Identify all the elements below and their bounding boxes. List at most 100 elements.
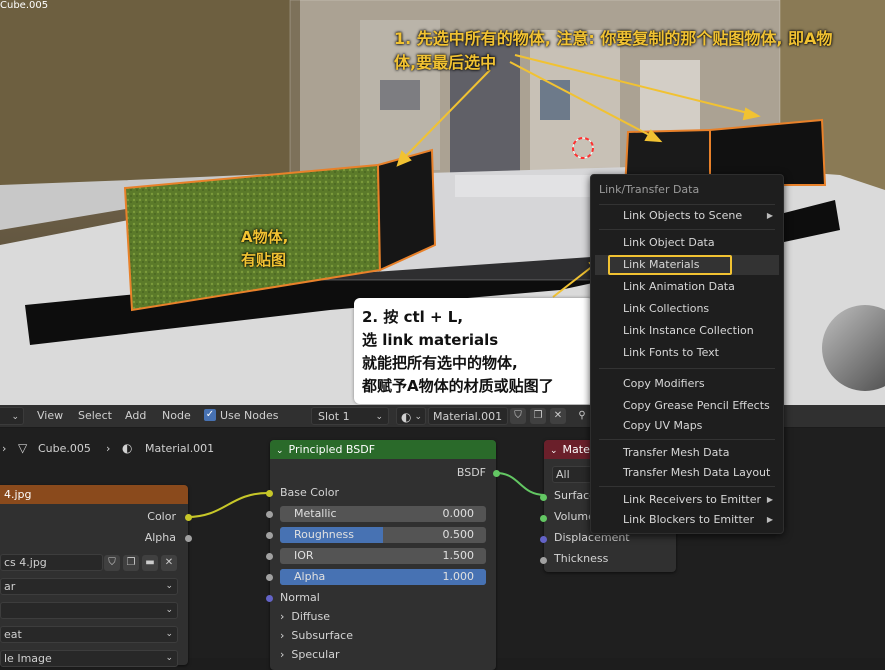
chevron-down-icon: ⌄ [165, 653, 173, 663]
menu-item-transfer-mesh-data[interactable]: Transfer Mesh Data [595, 443, 779, 463]
panel-diffuse[interactable]: › Diffuse [280, 610, 330, 623]
chevron-right-icon: › [106, 442, 111, 455]
panel-specular[interactable]: › Specular [280, 648, 339, 661]
menu-add[interactable]: Add [125, 409, 146, 422]
bsdf-output-socket[interactable] [493, 470, 500, 477]
image-node-title[interactable]: 4.jpg [0, 485, 188, 504]
menu-item-transfer-mesh-data-layout[interactable]: Transfer Mesh Data Layout [595, 463, 779, 483]
extension-dropdown[interactable]: eat ⌄ [0, 626, 178, 643]
menu-item-copy-uv-maps[interactable]: Copy UV Maps [595, 416, 779, 436]
surface-socket[interactable] [540, 494, 547, 501]
image-texture-node[interactable]: 4.jpg Color Alpha cs 4.jpg ⛉ ❐ ▬ ✕ ar ⌄ ⌄… [0, 485, 192, 667]
menu-item-link-blockers-to-emitter[interactable]: Link Blockers to Emitter ▶ [595, 510, 779, 530]
chevron-right-icon: › [280, 648, 285, 661]
submenu-arrow-icon: ▶ [766, 495, 773, 504]
volume-label: Volume [554, 510, 595, 523]
step1-annotation: 1. 先选中所有的物体, 注意: 你要复制的那个贴图物体, 即A物 体,要最后选… [394, 27, 832, 75]
link-materials-highlight-box [608, 255, 732, 275]
link-transfer-data-menu: Link/Transfer Data Link Objects to Scene… [590, 174, 784, 534]
slider-value: 0.000 [442, 507, 475, 520]
folder-icon[interactable]: ▬ [142, 555, 158, 571]
material-sphere-icon: ◐ [122, 441, 133, 455]
menu-node[interactable]: Node [162, 409, 191, 422]
breadcrumb-material[interactable]: Material.001 [145, 442, 214, 455]
ior-socket[interactable] [266, 553, 273, 560]
menu-item-link-receivers-to-emitter[interactable]: Link Receivers to Emitter ▶ [595, 490, 779, 510]
menu-item-link-collections[interactable]: Link Collections [595, 299, 779, 319]
principled-node-title: Principled BSDF [288, 443, 376, 456]
metallic-socket[interactable] [266, 511, 273, 518]
menu-item-label: Link Fonts to Text [623, 346, 719, 359]
chevron-down-icon: ⌄ [165, 629, 173, 639]
roughness-socket[interactable] [266, 532, 273, 539]
alpha-socket[interactable] [266, 574, 273, 581]
volume-socket[interactable] [540, 515, 547, 522]
chevron-down-icon: ⌄ [276, 446, 284, 456]
slider-value: 0.500 [442, 528, 475, 541]
a-object-annotation: A物体, 有贴图 [241, 226, 288, 272]
duplicate-icon[interactable]: ❐ [123, 555, 139, 571]
menu-select[interactable]: Select [78, 409, 112, 422]
menu-item-link-object-data[interactable]: Link Object Data [595, 233, 779, 253]
material-browse-button[interactable]: ◐ ⌄ [396, 407, 426, 425]
close-icon[interactable]: ✕ [550, 408, 566, 424]
menu-item-label: Link Animation Data [623, 280, 735, 293]
thickness-socket[interactable] [540, 557, 547, 564]
ior-slider[interactable]: IOR 1.500 [280, 548, 486, 564]
menu-item-label: Transfer Mesh Data [623, 446, 730, 459]
menu-separator [599, 229, 775, 230]
close-icon[interactable]: ✕ [161, 555, 177, 571]
duplicate-icon[interactable]: ❐ [530, 408, 546, 424]
material-name-field[interactable]: Material.001 [428, 407, 508, 425]
menu-item-link-animation-data[interactable]: Link Animation Data [595, 277, 779, 297]
panel-subsurface[interactable]: › Subsurface [280, 629, 353, 642]
menu-separator [599, 486, 775, 487]
source-dropdown[interactable]: le Image ⌄ [0, 650, 178, 667]
color-output-socket[interactable] [185, 514, 192, 521]
menu-item-label: Link Objects to Scene [623, 209, 743, 222]
menu-view[interactable]: View [37, 409, 63, 422]
fake-user-shield-icon[interactable]: ⛉ [510, 408, 526, 424]
slot-dropdown[interactable]: Slot 1 ⌄ [311, 407, 389, 425]
viewport-object-label: Cube.005 [0, 0, 49, 11]
menu-separator [599, 204, 775, 205]
slider-value: 1.500 [442, 549, 475, 562]
alpha-output-socket[interactable] [185, 535, 192, 542]
menu-item-label: Transfer Mesh Data Layout [623, 466, 771, 479]
chevron-down-icon: ⌄ [550, 446, 558, 456]
breadcrumb-object[interactable]: Cube.005 [38, 442, 91, 455]
use-nodes-checkbox[interactable]: ✓ [204, 409, 216, 421]
displacement-socket[interactable] [540, 536, 547, 543]
bsdf-output-label: BSDF [456, 466, 486, 479]
principled-node-header[interactable]: ⌄ Principled BSDF [270, 440, 496, 459]
menu-item-copy-grease-pencil-effects[interactable]: Copy Grease Pencil Effects [595, 396, 779, 416]
color-output-label: Color [147, 510, 176, 523]
chevron-down-icon: ⌄ [165, 581, 173, 591]
chevron-down-icon: ⌄ [165, 605, 173, 615]
menu-item-label: Link Object Data [623, 236, 715, 249]
menu-item-copy-modifiers[interactable]: Copy Modifiers [595, 374, 779, 394]
pin-icon[interactable]: ⚲ [574, 408, 590, 424]
image-name-field[interactable]: cs 4.jpg [0, 554, 103, 571]
menu-item-link-instance-collection[interactable]: Link Instance Collection [595, 321, 779, 341]
roughness-slider[interactable]: Roughness 0.500 [280, 527, 486, 543]
metallic-slider[interactable]: Metallic 0.000 [280, 506, 486, 522]
menu-item-link-fonts-to-text[interactable]: Link Fonts to Text [595, 343, 779, 363]
projection-dropdown[interactable]: ⌄ [0, 602, 178, 619]
menu-separator [599, 368, 775, 369]
submenu-arrow-icon: ▶ [766, 515, 773, 524]
menu-item-label: Link Instance Collection [623, 324, 754, 337]
step2-line: 选 link materials [362, 331, 499, 349]
principled-bsdf-node[interactable]: ⌄ Principled BSDF BSDF Base Color Metalli… [266, 440, 500, 670]
menu-item-link-objects-to-scene[interactable]: Link Objects to Scene ▶ [595, 206, 779, 226]
chevron-right-icon: › [280, 629, 285, 642]
chevron-right-icon: › [280, 610, 285, 623]
editor-type-dropdown[interactable]: ⌄ [0, 407, 24, 425]
normal-socket[interactable] [266, 595, 273, 602]
menu-item-label: Link Collections [623, 302, 710, 315]
interpolation-dropdown[interactable]: ar ⌄ [0, 578, 178, 595]
base-color-socket[interactable] [266, 490, 273, 497]
alpha-slider[interactable]: Alpha 1.000 [280, 569, 486, 585]
step2-line: 就能把所有选中的物体, [362, 354, 518, 372]
fake-user-shield-icon[interactable]: ⛉ [104, 555, 120, 571]
